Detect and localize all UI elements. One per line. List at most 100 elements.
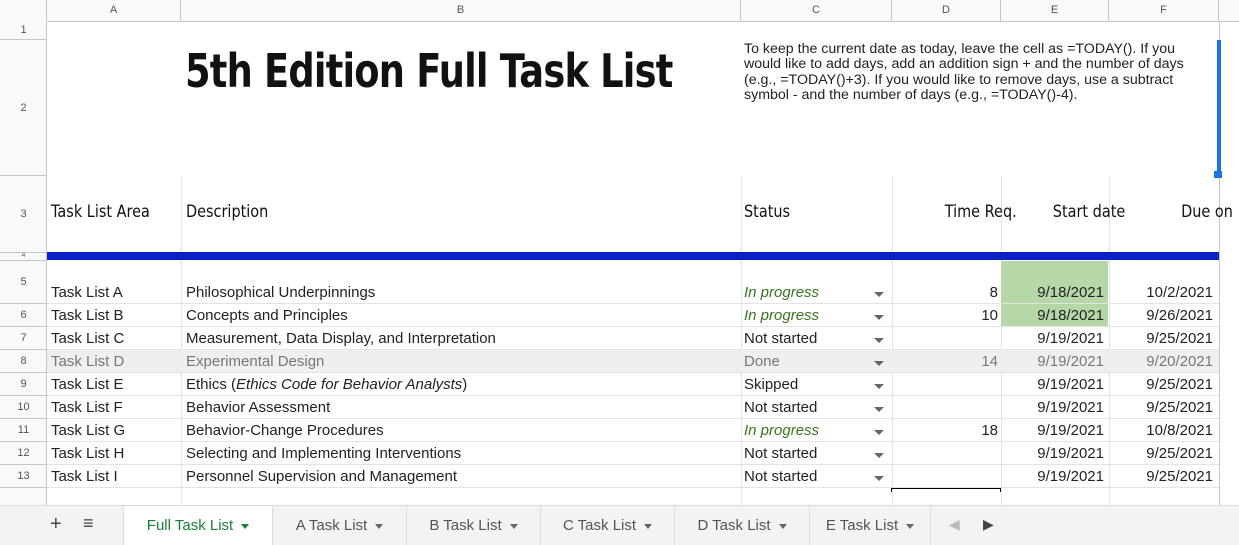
task-list-area-cell[interactable]: Task List C [51,330,124,347]
time-req-cell[interactable]: 8 [990,284,998,301]
chevron-down-icon[interactable] [375,523,384,529]
fill-handle[interactable] [1214,171,1222,178]
due-on-cell[interactable]: 9/25/2021 [1146,468,1213,485]
start-date-cell[interactable]: 9/18/2021 [1037,307,1104,324]
tab-c-task-list[interactable]: C Task List [541,506,675,545]
status-dropdown-icon[interactable] [874,453,884,458]
scroll-tabs-left-icon[interactable]: ◀ [949,516,960,533]
status-cell[interactable]: Skipped [744,376,798,393]
table-row[interactable]: Task List A Philosophical Underpinnings … [47,281,1219,304]
header-due-on[interactable]: Due on [1181,202,1233,222]
chevron-down-icon[interactable] [644,523,653,529]
start-date-cell[interactable]: 9/19/2021 [1037,376,1104,393]
row-header-6[interactable]: 6 [0,304,47,327]
header-time-req[interactable]: Time Req. [945,202,1017,222]
scroll-tabs-right-icon[interactable]: ▶ [983,516,994,533]
header-start-date[interactable]: Start date [1053,202,1125,222]
table-row[interactable]: Task List G Behavior-Change Procedures I… [47,419,1219,442]
status-cell[interactable]: Not started [744,330,817,347]
status-dropdown-icon[interactable] [874,384,884,389]
status-cell[interactable]: Not started [744,399,817,416]
active-cell-border[interactable] [891,488,1001,492]
task-list-area-cell[interactable]: Task List A [51,284,123,301]
start-date-cell[interactable]: 9/19/2021 [1037,330,1104,347]
description-cell[interactable]: Behavior-Change Procedures [186,422,384,439]
row-header-3[interactable]: 3 [0,176,47,253]
header-description[interactable]: Description [186,202,268,222]
start-date-cell[interactable]: 9/19/2021 [1037,399,1104,416]
start-date-cell[interactable]: 9/19/2021 [1037,422,1104,439]
column-header-d[interactable]: D [892,0,1001,22]
status-dropdown-icon[interactable] [874,430,884,435]
due-on-cell[interactable]: 9/25/2021 [1146,376,1213,393]
time-req-cell[interactable]: 10 [981,307,998,324]
row-header-12[interactable]: 12 [0,442,47,465]
tab-b-task-list[interactable]: B Task List [407,506,541,545]
status-dropdown-icon[interactable] [874,476,884,481]
description-cell[interactable]: Experimental Design [186,353,324,370]
table-row[interactable]: Task List B Concepts and Principles In p… [47,304,1219,327]
status-cell[interactable]: In progress [744,307,819,324]
time-req-cell[interactable]: 18 [981,422,998,439]
description-cell[interactable]: Philosophical Underpinnings [186,284,375,301]
row-header-2[interactable]: 2 [0,40,47,176]
tab-a-task-list[interactable]: A Task List [273,506,407,545]
table-row[interactable]: Task List C Measurement, Data Display, a… [47,327,1219,350]
row-header-4[interactable]: 4 [0,253,47,261]
due-on-cell[interactable]: 9/25/2021 [1146,330,1213,347]
column-header-f[interactable]: F [1109,0,1219,22]
description-cell[interactable]: Personnel Supervision and Management [186,468,457,485]
table-row[interactable]: Task List I Personnel Supervision and Ma… [47,465,1219,488]
start-date-cell[interactable]: 9/19/2021 [1037,468,1104,485]
column-header-e[interactable]: E [1001,0,1109,22]
table-row[interactable]: Task List F Behavior Assessment Not star… [47,396,1219,419]
task-list-area-cell[interactable]: Task List G [51,422,125,439]
due-on-cell[interactable]: 9/25/2021 [1146,445,1213,462]
row-header-5[interactable]: 5 [0,261,47,304]
description-cell[interactable]: Ethics (Ethics Code for Behavior Analyst… [186,376,467,393]
table-row[interactable]: Task List H Selecting and Implementing I… [47,442,1219,465]
status-cell[interactable]: Not started [744,445,817,462]
header-status[interactable]: Status [744,202,790,222]
status-cell[interactable]: Not started [744,468,817,485]
start-date-cell[interactable]: 9/19/2021 [1037,445,1104,462]
header-task-list-area[interactable]: Task List Area [51,202,150,222]
row-header-11[interactable]: 11 [0,419,47,442]
row-header-9[interactable]: 9 [0,373,47,396]
task-list-area-cell[interactable]: Task List B [51,307,124,324]
description-cell[interactable]: Selecting and Implementing Interventions [186,445,461,462]
tab-full-task-list[interactable]: Full Task List [123,506,273,545]
task-list-area-cell[interactable]: Task List F [51,399,123,416]
select-all-corner[interactable] [0,0,47,22]
status-dropdown-icon[interactable] [874,407,884,412]
status-cell[interactable]: Done [744,353,780,370]
status-dropdown-icon[interactable] [874,315,884,320]
task-list-area-cell[interactable]: Task List E [51,376,124,393]
time-req-cell[interactable]: 14 [981,353,998,370]
column-header-a[interactable]: A [47,0,181,22]
row-header-1[interactable]: 1 [0,22,47,40]
row-header-10[interactable]: 10 [0,396,47,419]
row-header-13[interactable]: 13 [0,465,47,488]
chevron-down-icon[interactable] [778,523,787,529]
status-cell[interactable]: In progress [744,284,819,301]
status-cell[interactable]: In progress [744,422,819,439]
due-on-cell[interactable]: 10/8/2021 [1146,422,1213,439]
description-cell[interactable]: Measurement, Data Display, and Interpret… [186,330,496,347]
start-date-cell[interactable]: 9/18/2021 [1037,284,1104,301]
instruction-note[interactable]: To keep the current date as today, leave… [744,41,1214,104]
all-sheets-menu-icon[interactable]: ≡ [83,513,94,534]
column-header-b[interactable]: B [181,0,741,22]
status-dropdown-icon[interactable] [874,338,884,343]
row-header-8[interactable]: 8 [0,350,47,373]
chevron-down-icon[interactable] [906,523,915,529]
row-header-7[interactable]: 7 [0,327,47,350]
due-on-cell[interactable]: 10/2/2021 [1146,284,1213,301]
due-on-cell[interactable]: 9/20/2021 [1146,353,1213,370]
status-dropdown-icon[interactable] [874,361,884,366]
start-date-cell[interactable]: 9/19/2021 [1037,353,1104,370]
table-row[interactable]: Task List D Experimental Design Done 14 … [47,350,1219,373]
description-cell[interactable]: Concepts and Principles [186,307,348,324]
due-on-cell[interactable]: 9/26/2021 [1146,307,1213,324]
chevron-down-icon[interactable] [509,523,518,529]
